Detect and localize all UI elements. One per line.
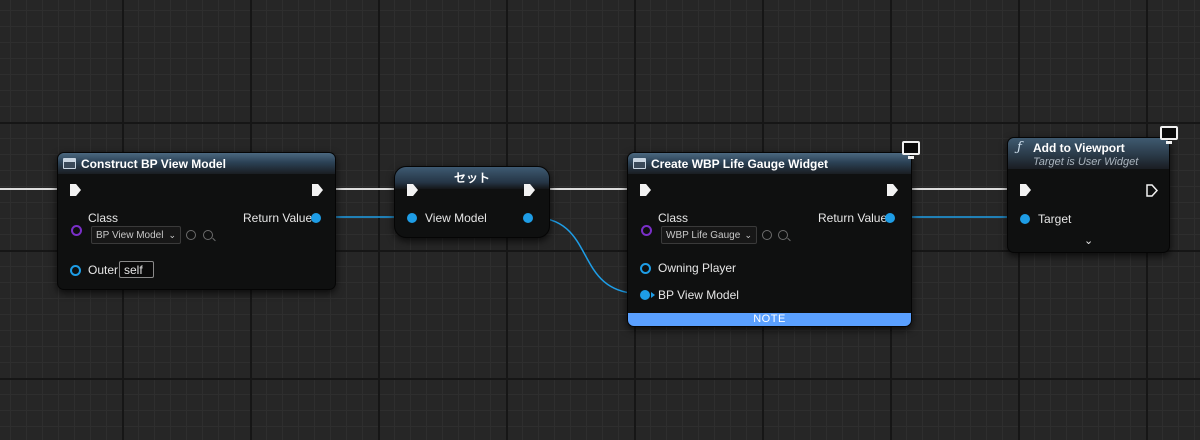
function-icon (633, 158, 646, 169)
monitor-icon (1160, 126, 1178, 144)
outer-input[interactable]: self (119, 261, 154, 278)
chevron-down-icon: ⌄ (744, 229, 752, 240)
class-dropdown-value: BP View Model (96, 229, 164, 241)
add-viewport-node-header[interactable]: ƒ Add to Viewport Target is User Widget (1008, 138, 1169, 169)
class-label: Class (88, 211, 119, 225)
search-icon[interactable] (778, 230, 788, 240)
target-pin[interactable] (1020, 214, 1030, 224)
construct-node-header[interactable]: Construct BP View Model (58, 153, 335, 174)
reset-icon[interactable] (186, 230, 196, 240)
reset-icon[interactable] (762, 230, 772, 240)
target-label: Target (1038, 212, 1072, 226)
search-icon[interactable] (203, 230, 213, 240)
class-dropdown[interactable]: WBP Life Gauge ⌄ (661, 226, 757, 244)
return-value-label: Return Value (243, 211, 313, 225)
create-widget-node-header[interactable]: Create WBP Life Gauge Widget (628, 153, 911, 174)
exec-out-pin[interactable] (887, 184, 898, 196)
create-widget-node-title: Create WBP Life Gauge Widget (651, 156, 829, 171)
bp-view-model-label: BP View Model (658, 288, 739, 302)
function-icon (63, 158, 76, 169)
class-label: Class (658, 211, 689, 225)
outer-label: Outer (88, 263, 119, 277)
exec-out-pin[interactable] (1146, 184, 1159, 197)
class-dropdown[interactable]: BP View Model ⌄ (91, 226, 181, 244)
exec-in-pin[interactable] (70, 184, 81, 196)
exec-out-outline (1146, 184, 1159, 197)
set-view-model-out-pin[interactable] (523, 213, 533, 223)
monitor-icon (902, 141, 920, 159)
return-value-pin[interactable] (311, 213, 321, 223)
set-view-model-in-pin[interactable] (407, 213, 417, 223)
construct-node[interactable]: Construct BP View Model Class BP View Mo… (57, 152, 336, 290)
exec-in-pin[interactable] (640, 184, 651, 196)
chevron-down-icon: ⌄ (168, 229, 176, 240)
create-widget-node[interactable]: Create WBP Life Gauge Widget Class WBP L… (627, 152, 912, 327)
set-node[interactable]: セット View Model (394, 166, 550, 238)
exec-in-pin[interactable] (1020, 184, 1031, 196)
construct-node-title: Construct BP View Model (81, 156, 226, 171)
exec-out-pin[interactable] (312, 184, 323, 196)
add-viewport-node[interactable]: ƒ Add to Viewport Target is User Widget … (1007, 137, 1170, 253)
return-value-label: Return Value (818, 211, 888, 225)
note-bar[interactable]: NOTE (628, 313, 911, 326)
function-icon: ƒ (1017, 140, 1022, 155)
owning-player-pin[interactable] (640, 263, 651, 274)
class-dropdown-value: WBP Life Gauge (666, 229, 741, 241)
class-pin[interactable] (641, 225, 652, 236)
add-viewport-subtitle: Target is User Widget (1033, 156, 1139, 168)
set-view-model-label: View Model (425, 211, 487, 225)
class-pin[interactable] (71, 225, 82, 236)
bp-view-model-pin[interactable] (640, 290, 655, 300)
outer-pin[interactable] (70, 265, 81, 276)
chevron-down-icon[interactable]: ⌄ (1084, 234, 1093, 247)
return-value-pin[interactable] (885, 213, 895, 223)
owning-player-label: Owning Player (658, 261, 737, 275)
add-viewport-title: Add to Viewport (1033, 141, 1125, 155)
